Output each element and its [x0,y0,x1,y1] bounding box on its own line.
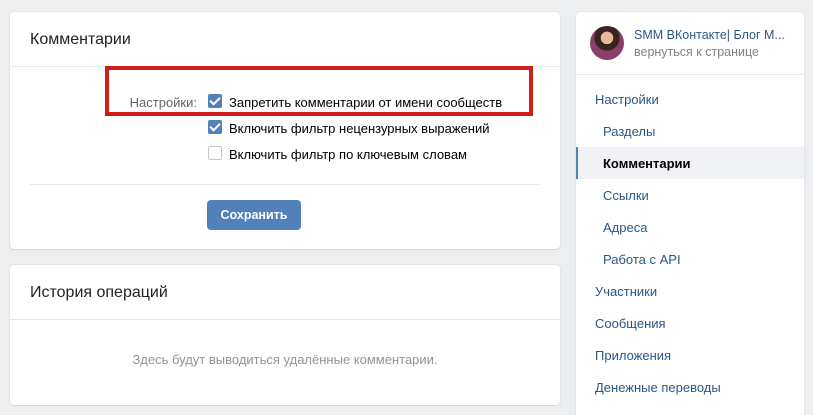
option-row-obscenity-filter: Включить фильтр нецензурных выражений [10,118,560,138]
sidebar-item-apps[interactable]: Приложения [576,339,804,371]
back-to-page-link[interactable]: вернуться к странице [634,45,759,59]
checkbox-keyword-filter[interactable] [208,146,222,160]
history-empty-message: Здесь будут выводиться удалённые коммент… [132,352,438,367]
save-button[interactable]: Сохранить [207,200,301,230]
sidebar-item-settings[interactable]: Настройки [576,83,804,115]
sidebar-item-money-transfers[interactable]: Денежные переводы [576,371,804,403]
option-label-keyword-filter[interactable]: Включить фильтр по ключевым словам [229,147,467,162]
history-card-title: История операций [10,265,560,320]
community-name[interactable]: SMM ВКонтакте| Блог М... [634,28,796,42]
sidebar-item-links[interactable]: Ссылки [576,179,804,211]
sidebar-item-sections[interactable]: Разделы [576,115,804,147]
highlight-frame [105,66,533,116]
divider [30,184,540,185]
sidebar-item-members[interactable]: Участники [576,275,804,307]
settings-sidebar: SMM ВКонтакте| Блог М... вернуться к стр… [576,12,804,415]
sidebar-item-comments[interactable]: Комментарии [576,147,804,179]
comments-settings-card: Комментарии Настройки: Запретить коммент… [10,12,560,249]
history-card: История операций Здесь будут выводиться … [10,265,560,405]
checkbox-obscenity-filter[interactable] [208,120,222,134]
sidebar-divider [576,74,804,75]
sidebar-item-api[interactable]: Работа с API [576,243,804,275]
sidebar-item-addresses[interactable]: Адреса [576,211,804,243]
option-row-keyword-filter: Включить фильтр по ключевым словам [10,144,560,164]
comments-card-title: Комментарии [10,12,560,67]
community-profile[interactable]: SMM ВКонтакте| Блог М... вернуться к стр… [590,26,796,60]
sidebar-item-messages[interactable]: Сообщения [576,307,804,339]
option-label-obscenity-filter[interactable]: Включить фильтр нецензурных выражений [229,121,490,136]
avatar[interactable] [590,26,624,60]
